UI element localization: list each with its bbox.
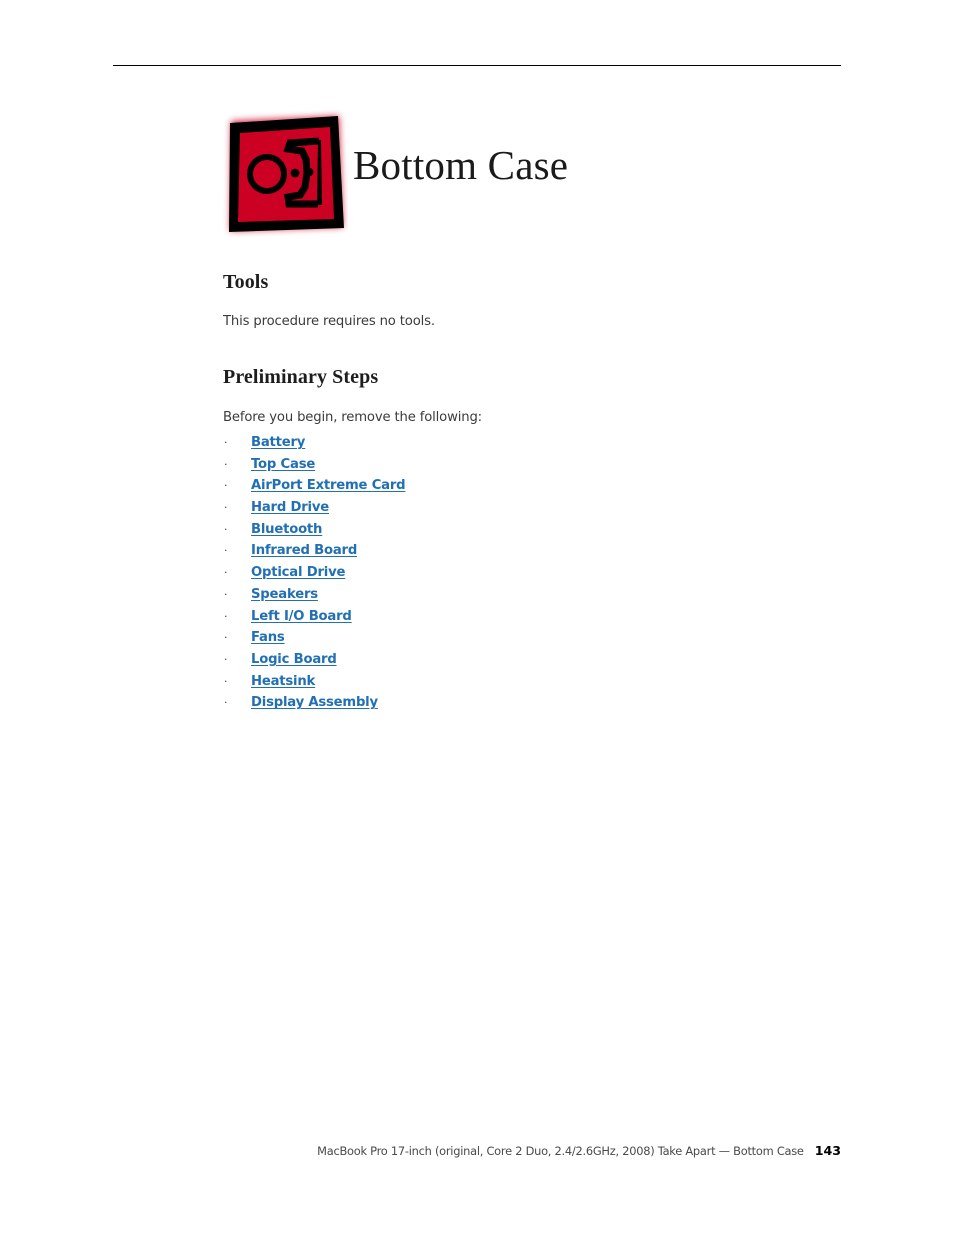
preliminary-step-link[interactable]: Battery: [251, 432, 305, 454]
preliminary-step-link[interactable]: Infrared Board: [251, 540, 357, 562]
bullet-icon: ·: [224, 609, 228, 623]
bullet-icon: ·: [224, 479, 228, 493]
preliminary-step-link[interactable]: Speakers: [251, 584, 318, 606]
list-item: · Infrared Board: [223, 540, 723, 562]
bullet-icon: ·: [224, 674, 228, 688]
section-heading-preliminary-steps: Preliminary Steps: [223, 366, 379, 388]
bullet-icon: ·: [224, 696, 228, 710]
list-item: · Optical Drive: [223, 562, 723, 584]
list-item: · AirPort Extreme Card: [223, 475, 723, 497]
bullet-icon: ·: [224, 631, 228, 645]
preliminary-step-link[interactable]: Top Case: [251, 454, 315, 476]
preliminary-step-link[interactable]: Bluetooth: [251, 519, 322, 541]
preliminary-step-link[interactable]: Heatsink: [251, 671, 315, 693]
list-item: · Hard Drive: [223, 497, 723, 519]
preliminary-step-link[interactable]: Fans: [251, 627, 285, 649]
section-heading-tools: Tools: [223, 271, 269, 293]
preliminary-step-link[interactable]: Optical Drive: [251, 562, 345, 584]
preliminary-step-link[interactable]: AirPort Extreme Card: [251, 475, 406, 497]
preliminary-step-link[interactable]: Display Assembly: [251, 692, 378, 714]
bullet-icon: ·: [224, 587, 228, 601]
bullet-icon: ·: [224, 544, 228, 558]
bullet-icon: ·: [224, 522, 228, 536]
list-item: · Battery: [223, 432, 723, 454]
header-rule: [113, 65, 841, 66]
preliminary-step-link[interactable]: Left I/O Board: [251, 606, 352, 628]
preliminary-steps-list: · Battery · Top Case · AirPort Extreme Card · H…: [223, 432, 723, 714]
footer-breadcrumb: MacBook Pro 17-inch (original, Core 2 Du…: [317, 1144, 804, 1158]
bullet-icon: ·: [224, 501, 228, 515]
tools-description: This procedure requires no tools.: [223, 314, 435, 329]
list-item: · Fans: [223, 627, 723, 649]
bullet-icon: ·: [224, 652, 228, 666]
list-item: · Heatsink: [223, 671, 723, 693]
list-item: · Bluetooth: [223, 519, 723, 541]
page-title: Bottom Case: [353, 142, 569, 188]
list-item: · Display Assembly: [223, 692, 723, 714]
preliminary-intro: Before you begin, remove the following:: [223, 410, 482, 425]
page-number: 143: [814, 1143, 841, 1158]
chapter-icon: [222, 107, 348, 237]
bullet-icon: ·: [224, 566, 228, 580]
document-page: Bottom Case Tools This procedure require…: [0, 0, 954, 1235]
list-item: · Top Case: [223, 454, 723, 476]
bullet-icon: ·: [224, 457, 228, 471]
list-item: · Speakers: [223, 584, 723, 606]
chapter-header: Bottom Case: [222, 107, 842, 242]
list-item: · Left I/O Board: [223, 606, 723, 628]
list-item: · Logic Board: [223, 649, 723, 671]
preliminary-step-link[interactable]: Hard Drive: [251, 497, 329, 519]
page-footer: MacBook Pro 17-inch (original, Core 2 Du…: [0, 1142, 841, 1160]
bullet-icon: ·: [224, 436, 228, 449]
preliminary-step-link[interactable]: Logic Board: [251, 649, 337, 671]
